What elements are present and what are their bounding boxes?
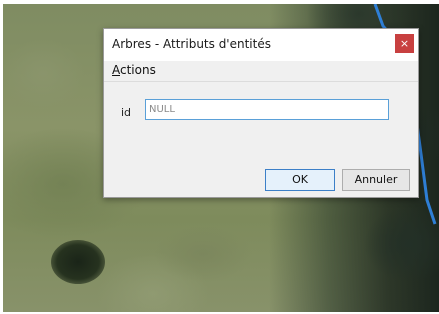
screen: Arbres - Attributs d'entités × Actions i…	[0, 0, 439, 314]
close-icon: ×	[399, 37, 410, 50]
dialog-titlebar[interactable]: Arbres - Attributs d'entités ×	[104, 29, 418, 61]
ok-button[interactable]: OK	[265, 169, 335, 191]
menu-actions-label: ctions	[120, 63, 156, 77]
id-field-label: id	[121, 106, 132, 119]
close-button[interactable]: ×	[395, 34, 414, 53]
feature-attributes-dialog: Arbres - Attributs d'entités × Actions i…	[103, 28, 419, 198]
dialog-menubar: Actions	[104, 61, 418, 82]
dialog-title: Arbres - Attributs d'entités	[112, 37, 271, 51]
menu-actions-accelerator: A	[112, 63, 120, 77]
id-input[interactable]	[145, 99, 389, 120]
cancel-button[interactable]: Annuler	[342, 169, 410, 191]
menu-actions[interactable]: Actions	[112, 63, 156, 77]
